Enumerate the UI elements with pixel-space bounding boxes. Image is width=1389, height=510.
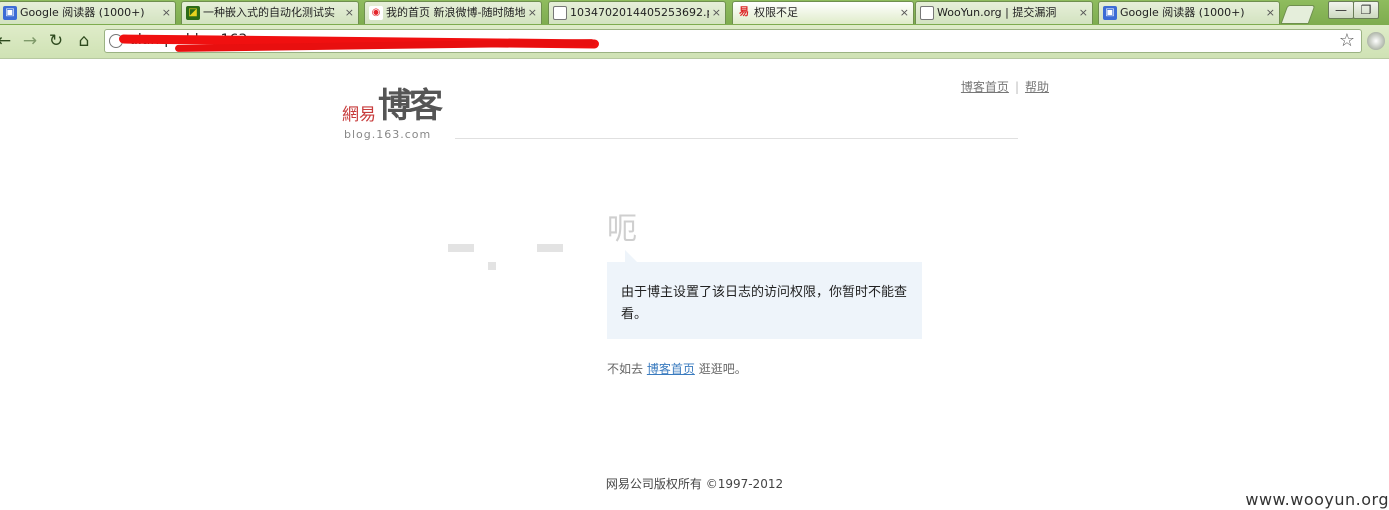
browser-toolbar: ← → ↻ ⌂ ulanq....blog.163.... ☆ [0, 25, 1389, 59]
back-button[interactable]: ← [0, 31, 14, 51]
tab-embedded-test[interactable]: ◪ 一种嵌入式的自动化测试实 × [181, 1, 359, 24]
close-icon[interactable]: × [345, 2, 354, 23]
reload-button[interactable]: ↻ [46, 31, 66, 51]
tab-title: 1034702014405253692.png [570, 6, 709, 19]
exclamation-text: 呃 [607, 212, 637, 247]
restore-button[interactable]: ❐ [1353, 1, 1379, 19]
tab-title: Google 阅读器 (1000+) [20, 6, 145, 19]
logo-wangyi: 網易 [342, 105, 376, 125]
logo-url: blog.163.com [344, 128, 432, 141]
emoticon-eye-left [448, 244, 474, 252]
top-links: 博客首页 | 帮助 [961, 78, 1049, 95]
emoticon-eye-right [537, 244, 563, 252]
suggest-suffix: 逛逛吧。 [698, 362, 747, 376]
permission-message: 由于博主设置了该日志的访问权限，你暂时不能查看。 [621, 285, 908, 322]
address-bar[interactable]: ulanq....blog.163.... ☆ [104, 29, 1362, 53]
home-icon[interactable]: ⌂ [74, 31, 94, 51]
minimize-button[interactable]: — [1328, 1, 1354, 19]
green-square-icon: ◪ [186, 6, 200, 20]
globe-icon [920, 6, 934, 20]
blog-home-suggest-link[interactable]: 博客首页 [647, 362, 695, 376]
google-reader-icon: ▣ [3, 6, 17, 20]
tab-google-reader-2[interactable]: ▣ Google 阅读器 (1000+) × [1098, 1, 1280, 24]
tab-title: WooYun.org | 提交漏洞 [937, 6, 1057, 19]
netease-blog-logo[interactable]: 網易 博客 blog.163.com [342, 78, 462, 144]
close-icon[interactable]: × [900, 2, 909, 23]
tab-permission-denied[interactable]: 易 权限不足 × [732, 1, 914, 24]
tab-wooyun[interactable]: WooYun.org | 提交漏洞 × [915, 1, 1093, 24]
tab-png-image[interactable]: 1034702014405253692.png × [548, 1, 726, 24]
weibo-icon: ◉ [369, 6, 383, 20]
suggest-prefix: 不如去 [607, 362, 644, 376]
settings-icon[interactable] [1367, 32, 1385, 50]
suggestion-line: 不如去 博客首页 逛逛吧。 [607, 360, 747, 377]
emoticon-mouth [488, 262, 496, 270]
new-tab-button[interactable] [1280, 5, 1316, 24]
forward-button[interactable]: → [20, 31, 40, 51]
tab-title: 权限不足 [754, 6, 798, 19]
tab-title: 我的首页 新浪微博-随时随地 [386, 6, 525, 19]
globe-icon [553, 6, 567, 20]
close-icon[interactable]: × [528, 2, 537, 23]
tab-strip: ▣ Google 阅读器 (1000+) × ◪ 一种嵌入式的自动化测试实 × … [0, 0, 1389, 25]
link-separator: | [1014, 80, 1019, 94]
logo-boke: 博客 [378, 86, 443, 126]
speech-bubble-tail [625, 250, 637, 262]
tab-weibo[interactable]: ◉ 我的首页 新浪微博-随时随地 × [364, 1, 542, 24]
google-reader-icon: ▣ [1103, 6, 1117, 20]
bookmark-star-icon[interactable]: ☆ [1339, 30, 1355, 52]
help-link[interactable]: 帮助 [1025, 80, 1049, 94]
close-icon[interactable]: × [162, 2, 171, 23]
blog-home-link[interactable]: 博客首页 [961, 80, 1009, 94]
netease-163-icon: 易 [739, 7, 749, 18]
header-divider [455, 138, 1018, 139]
close-icon[interactable]: × [1079, 2, 1088, 23]
tab-title: Google 阅读器 (1000+) [1120, 6, 1245, 19]
close-icon[interactable]: × [1266, 2, 1275, 23]
wooyun-watermark: www.wooyun.org [1245, 490, 1389, 509]
copyright-footer: 网易公司版权所有 ©1997-2012 [605, 477, 784, 491]
tab-title: 一种嵌入式的自动化测试实 [203, 6, 335, 19]
tab-google-reader-1[interactable]: ▣ Google 阅读器 (1000+) × [0, 1, 176, 24]
close-icon[interactable]: × [712, 2, 721, 23]
permission-message-bubble: 由于博主设置了该日志的访问权限，你暂时不能查看。 [607, 262, 922, 339]
